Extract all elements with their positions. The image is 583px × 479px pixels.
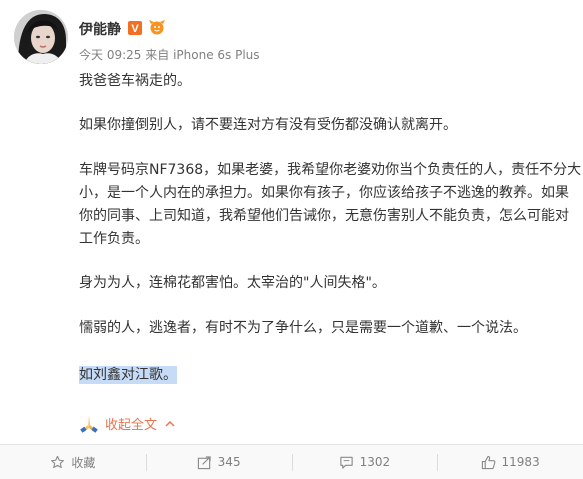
favorite-label: 收藏	[71, 455, 96, 470]
avatar[interactable]	[14, 10, 68, 64]
paragraph-2: 如果你撞倒别人，请不要连对方有没有受伤都没确认就离开。	[79, 117, 457, 133]
highlighted-text: 如刘鑫对江歌。	[79, 366, 177, 384]
avatar-photo-icon	[14, 10, 68, 64]
paragraph-6: 如刘鑫对江歌。	[79, 364, 177, 387]
paragraph-1: 我爸爸车祸走的。	[79, 73, 191, 89]
post-via: 来自	[145, 48, 170, 62]
chevron-up-icon	[165, 420, 175, 427]
like-button[interactable]: 11983	[437, 445, 583, 479]
verified-badge-text: V	[131, 23, 139, 35]
star-icon	[51, 455, 65, 468]
comment-count: 1302	[359, 455, 391, 469]
paragraph-3-line: 你的同事、上司知道，我希望他们告诫你，无意伤害别人不能负责，怎么可能对	[79, 208, 569, 224]
like-count: 11983	[501, 455, 540, 469]
paragraph-3-line: 工作负责。	[79, 231, 149, 247]
member-level-icon[interactable]	[147, 19, 167, 39]
collapse-label: 收起全文	[105, 417, 158, 433]
collapse-full-text-link[interactable]: 收起全文	[79, 413, 175, 433]
thumbs-up-icon	[481, 455, 495, 469]
comment-icon	[339, 456, 353, 469]
repost-count: 345	[217, 455, 241, 469]
comment-button[interactable]: 1302	[291, 445, 438, 479]
author-name[interactable]: 伊能静	[79, 19, 121, 39]
repost-button[interactable]: 345	[145, 445, 292, 479]
favorite-button[interactable]: 收藏	[0, 445, 146, 479]
paragraph-3-line: 车牌号码京NF7368，如果老婆，我希望你老婆劝你当个负责任的人，责任不分大	[79, 162, 582, 178]
paragraph-4: 身为为人，连棉花都害怕。太宰治的"人间失格"。	[79, 275, 386, 291]
paragraph-5: 懦弱的人，逃逸者，有时不为了争什么，只是需要一个道歉、一个说法。	[79, 320, 527, 336]
share-icon	[197, 455, 211, 469]
action-bar: 收藏 345 1302 11983	[0, 444, 583, 479]
post-client[interactable]: iPhone 6s Plus	[173, 48, 259, 62]
verified-badge-icon: V	[128, 20, 142, 39]
praying-hands-icon	[80, 415, 98, 433]
weibo-post: 伊能静 V 今天 09:25 来自 iPhone 6s Plus 我爸爸车祸走的…	[0, 0, 583, 479]
paragraph-3-line: 小，是一个人内在的承担力。如果你有孩子，你应该给孩子不逃逸的教养。如果	[79, 185, 569, 201]
post-meta: 今天 09:25 来自 iPhone 6s Plus	[79, 46, 260, 63]
paragraph-3: 车牌号码京NF7368，如果老婆，我希望你老婆劝你当个负责任的人，责任不分大 小…	[79, 159, 581, 251]
post-time[interactable]: 今天 09:25	[79, 48, 141, 62]
